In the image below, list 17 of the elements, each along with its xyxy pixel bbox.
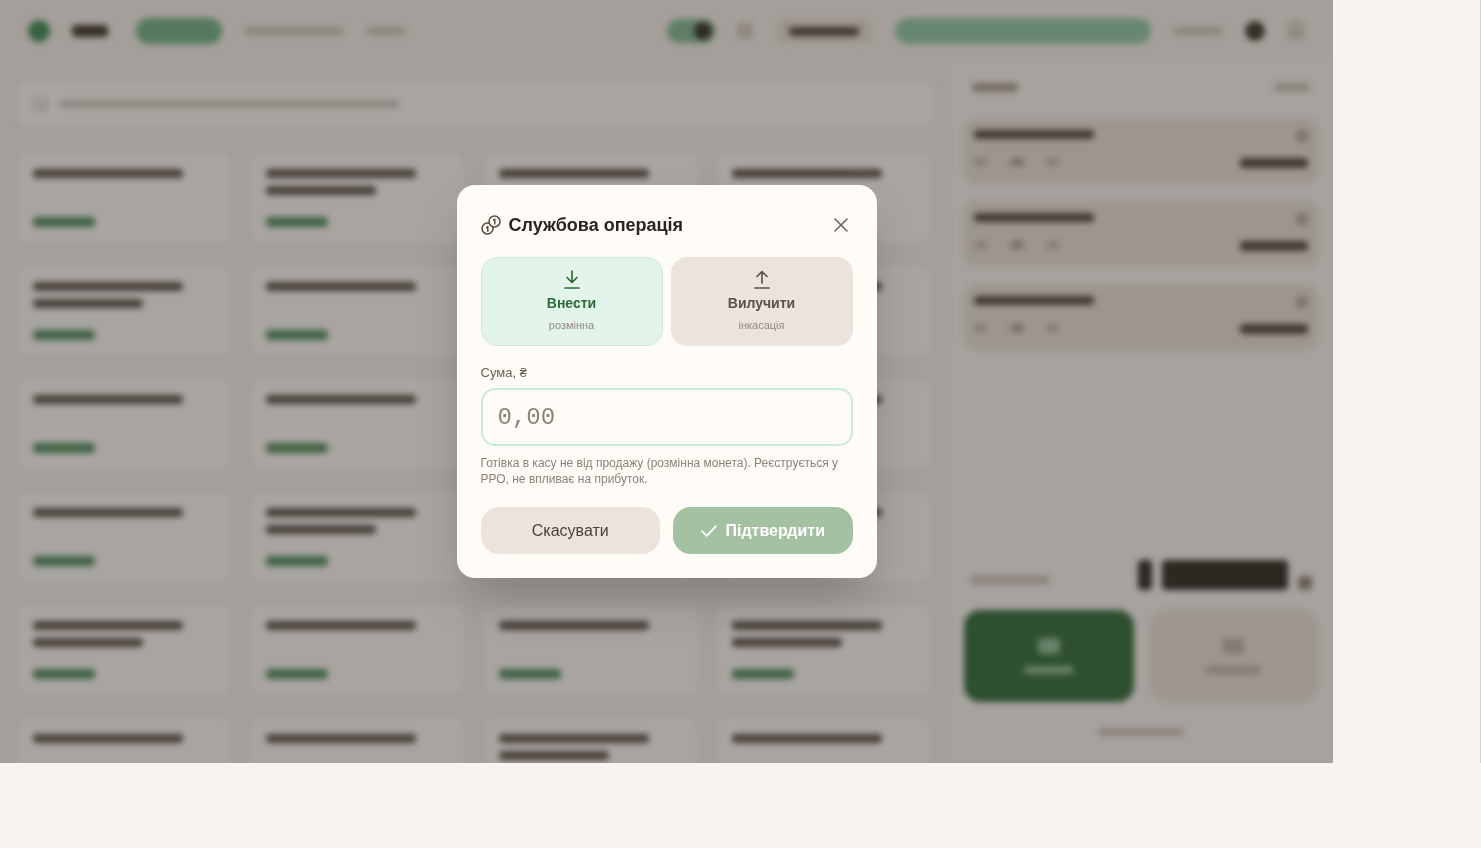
- option-caption: інкасація: [738, 318, 785, 332]
- upload-icon: [753, 270, 770, 289]
- coins-icon: [480, 215, 501, 235]
- download-icon: [563, 270, 580, 289]
- option-caption: розмінна: [548, 318, 595, 332]
- close-icon: [833, 218, 848, 232]
- dialog-title: Службова операція: [508, 213, 684, 237]
- amount-input[interactable]: 0,00: [480, 388, 853, 446]
- cancel-button[interactable]: Скасувати: [480, 507, 660, 554]
- close-button[interactable]: [832, 217, 849, 233]
- option-label: Внести: [546, 294, 597, 312]
- field-label: Сума, ₴: [480, 365, 527, 381]
- hint-text: Готівка в касу не від продажу (розмінна монета). Реєструється у РРО, не впливає на прибуток.: [480, 455, 840, 487]
- option-label: Вилучити: [727, 294, 796, 312]
- check-icon: [700, 524, 717, 537]
- operation-option[interactable]: Внести розмінна: [480, 257, 663, 346]
- operation-option[interactable]: Вилучити інкасація: [670, 257, 853, 346]
